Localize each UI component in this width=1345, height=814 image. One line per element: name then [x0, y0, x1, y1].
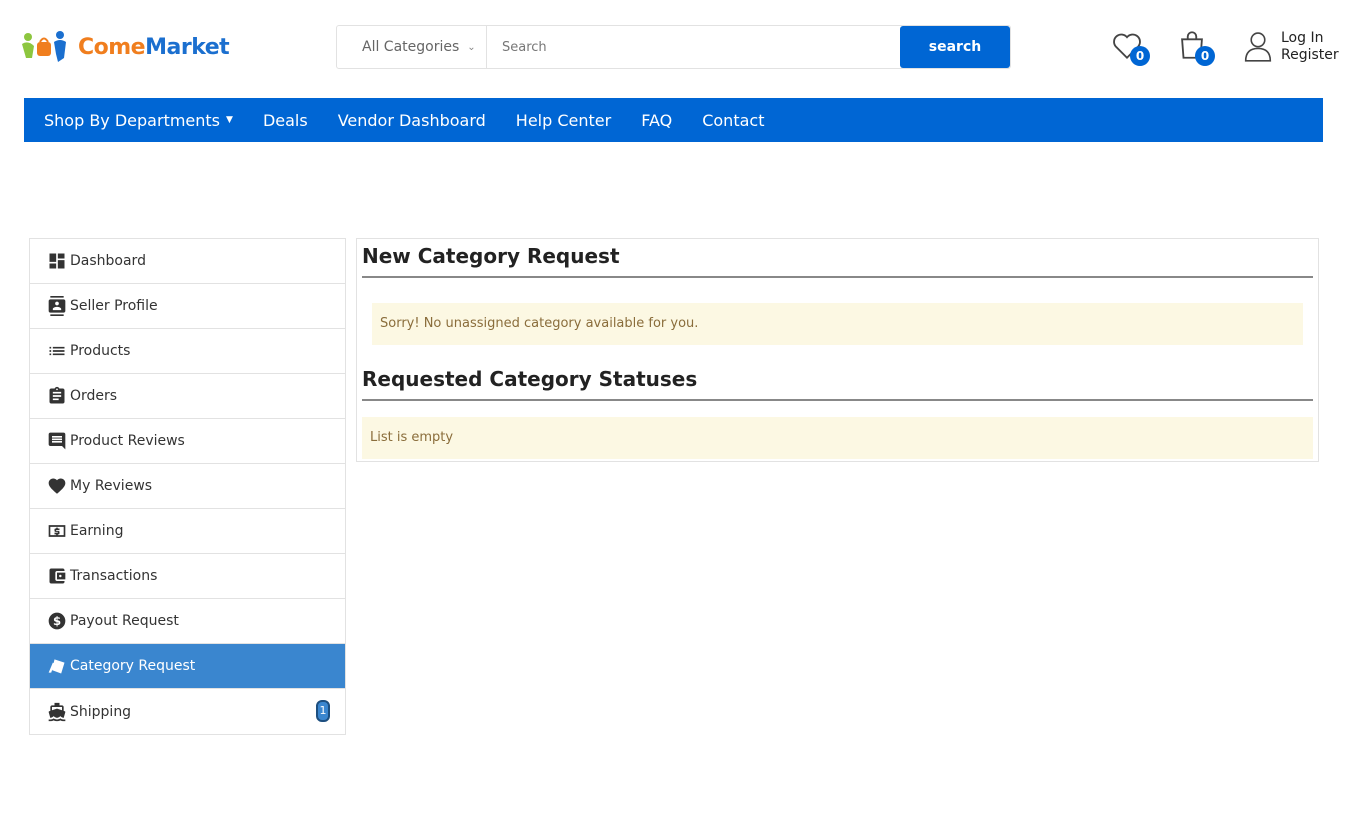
wishlist-count-badge: 0: [1130, 46, 1150, 66]
shipping-count-badge: 1: [316, 700, 330, 722]
category-icon: [46, 655, 68, 677]
ship-icon: [46, 701, 68, 723]
vendor-sidebar: Dashboard Seller Profile Products Orders…: [29, 238, 346, 735]
sidebar-item-label: Dashboard: [70, 253, 146, 269]
sidebar-item-label: Shipping: [70, 703, 132, 720]
sidebar-item-label: Product Reviews: [70, 433, 185, 449]
nav-help-center[interactable]: Help Center: [516, 111, 611, 130]
sidebar-item-seller-profile[interactable]: Seller Profile: [30, 284, 345, 329]
heart-icon: [46, 475, 68, 497]
sidebar-item-orders[interactable]: Orders: [30, 374, 345, 419]
dollar-icon: $: [46, 610, 68, 632]
caret-down-icon: ▼: [226, 115, 233, 125]
site-header: ComeMarket All Categories ⌄ search 0 0 L…: [0, 0, 1345, 95]
logo-text: ComeMarket: [78, 34, 230, 60]
logo[interactable]: ComeMarket: [20, 28, 230, 66]
search-bar: All Categories ⌄ search: [336, 25, 1011, 69]
search-input[interactable]: [487, 26, 900, 68]
list-icon: [46, 340, 68, 362]
cart-button[interactable]: 0: [1175, 28, 1215, 68]
money-icon: [46, 520, 68, 542]
no-category-alert: Sorry! No unassigned category available …: [372, 303, 1303, 345]
svg-text:$: $: [53, 614, 61, 628]
category-request-panel: New Category Request Sorry! No unassigne…: [356, 238, 1319, 462]
comment-icon: [46, 430, 68, 452]
nav-vendor-dashboard[interactable]: Vendor Dashboard: [338, 111, 486, 130]
nav-deals[interactable]: Deals: [263, 111, 308, 130]
sidebar-item-transactions[interactable]: Transactions: [30, 554, 345, 599]
logo-icon: [22, 31, 66, 62]
account-area: Log In Register: [1243, 30, 1339, 64]
wallet-icon: [46, 565, 68, 587]
sidebar-item-dashboard[interactable]: Dashboard: [30, 239, 345, 284]
sidebar-item-products[interactable]: Products: [30, 329, 345, 374]
cart-count-badge: 0: [1195, 46, 1215, 66]
nav-faq[interactable]: FAQ: [641, 111, 672, 130]
clipboard-icon: [46, 385, 68, 407]
sidebar-item-label: My Reviews: [70, 478, 153, 494]
requested-category-statuses-title: Requested Category Statuses: [362, 367, 1313, 401]
sidebar-item-payout-request[interactable]: $ Payout Request: [30, 599, 345, 644]
chevron-down-icon: ⌄: [467, 41, 476, 53]
user-icon: [1244, 32, 1272, 62]
category-select[interactable]: All Categories ⌄: [337, 26, 487, 68]
nav-contact[interactable]: Contact: [702, 111, 764, 130]
sidebar-item-product-reviews[interactable]: Product Reviews: [30, 419, 345, 464]
sidebar-item-category-request[interactable]: Category Request: [30, 644, 345, 689]
nav-shop-by-departments[interactable]: Shop By Departments ▼: [44, 111, 233, 130]
register-link[interactable]: Register: [1281, 47, 1339, 64]
sidebar-item-label: Earning: [70, 523, 124, 539]
sidebar-item-label: Products: [70, 343, 131, 359]
login-link[interactable]: Log In: [1281, 30, 1339, 47]
sidebar-item-label: Payout Request: [70, 613, 179, 629]
search-button[interactable]: search: [900, 26, 1010, 68]
contact-card-icon: [46, 295, 68, 317]
sidebar-item-earning[interactable]: Earning: [30, 509, 345, 554]
new-category-request-title: New Category Request: [362, 244, 1313, 278]
sidebar-item-label: Orders: [70, 388, 118, 404]
sidebar-item-label: Seller Profile: [70, 298, 158, 314]
sidebar-item-label: Category Request: [70, 658, 196, 674]
sidebar-item-label: Transactions: [70, 568, 158, 584]
sidebar-item-my-reviews[interactable]: My Reviews: [30, 464, 345, 509]
empty-list-alert: List is empty: [362, 417, 1313, 459]
wishlist-button[interactable]: 0: [1110, 28, 1150, 68]
dashboard-icon: [46, 250, 68, 272]
main-nav: Shop By Departments ▼ Deals Vendor Dashbo…: [24, 98, 1323, 142]
sidebar-item-shipping[interactable]: Shipping 1: [30, 689, 345, 734]
category-select-label: All Categories: [362, 39, 460, 55]
